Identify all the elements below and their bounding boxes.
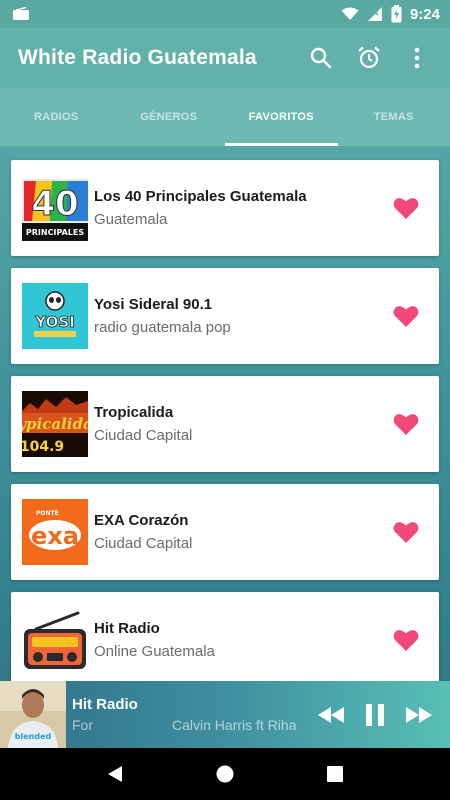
heart-icon <box>393 306 419 327</box>
station-card[interactable]: Hit Radio Online Guatemala <box>11 592 439 688</box>
wifi-icon <box>341 7 359 20</box>
pause-icon <box>366 703 384 726</box>
home-button[interactable] <box>205 754 245 794</box>
status-right: 9:24 <box>341 5 440 23</box>
more-options-button[interactable] <box>402 43 432 73</box>
mini-player[interactable]: blended Hit Radio For Calvin Harris ft R… <box>0 681 450 748</box>
fast-forward-button[interactable] <box>404 700 434 730</box>
station-logo-los40: 40 PRINCIPALES <box>22 175 88 241</box>
logo-exa-caption: PONTE <box>36 510 59 517</box>
tab-favoritos[interactable]: FAVORITOS <box>225 88 338 146</box>
station-location: Guatemala <box>94 211 168 228</box>
now-playing-title: For <box>72 717 93 733</box>
station-logo-tropicalida: ypicalida 104.9 <box>22 391 88 457</box>
now-playing-track: For Calvin Harris ft Riha <box>72 717 316 733</box>
station-logo-exa: PONTE exa <box>22 499 88 565</box>
system-nav-bar <box>0 748 450 800</box>
signal-icon <box>367 7 382 21</box>
toolbar-actions <box>306 43 432 73</box>
station-info: EXA Corazón Ciudad Capital <box>94 512 389 552</box>
station-card[interactable]: YOSI Yosi Sideral 90.1 radio guatemala p… <box>11 268 439 364</box>
tab-radios[interactable]: RADIOS <box>0 88 113 146</box>
station-card[interactable]: 40 PRINCIPALES Los 40 Principales Guatem… <box>11 160 439 256</box>
station-info: Yosi Sideral 90.1 radio guatemala pop <box>94 296 389 336</box>
recents-icon <box>327 766 343 782</box>
pause-button[interactable] <box>360 700 390 730</box>
player-controls <box>316 700 450 730</box>
station-info: Los 40 Principales Guatemala Guatemala <box>94 188 389 228</box>
favorite-button[interactable] <box>389 623 423 657</box>
station-card[interactable]: PONTE exa EXA Corazón Ciudad Capital <box>11 484 439 580</box>
radio-notification-icon <box>13 7 29 20</box>
logo-tropicalida-text: ypicalida <box>22 415 88 433</box>
home-icon <box>216 765 234 783</box>
station-name: Tropicalida <box>94 404 174 421</box>
more-vert-icon <box>414 47 420 69</box>
recents-button[interactable] <box>315 754 355 794</box>
rewind-button[interactable] <box>316 700 346 730</box>
back-button[interactable] <box>95 754 135 794</box>
station-location: radio guatemala pop <box>94 319 231 336</box>
search-icon <box>310 47 332 69</box>
heart-icon <box>393 522 419 543</box>
status-left <box>12 7 30 21</box>
station-name: Yosi Sideral 90.1 <box>94 296 213 313</box>
favorite-button[interactable] <box>389 299 423 333</box>
favorite-button[interactable] <box>389 191 423 225</box>
fast-forward-icon <box>406 706 432 723</box>
alarm-button[interactable] <box>354 43 384 73</box>
favorites-list: 40 PRINCIPALES Los 40 Principales Guatem… <box>11 160 439 700</box>
station-logo-yosi: YOSI <box>22 283 88 349</box>
logo-yosi-text: YOSI <box>34 313 74 331</box>
album-art-caption: blended <box>15 732 52 741</box>
alarm-icon <box>358 46 380 69</box>
now-playing-station: Hit Radio <box>72 696 138 713</box>
station-logo-hitradio <box>22 607 88 673</box>
logo-tropicalida-caption: 104.9 <box>22 439 64 455</box>
back-icon <box>108 766 122 782</box>
favorite-button[interactable] <box>389 515 423 549</box>
battery-icon <box>391 5 402 23</box>
status-time: 9:24 <box>409 5 440 23</box>
tab-generos[interactable]: GÉNEROS <box>113 88 226 146</box>
station-location: Online Guatemala <box>94 643 215 660</box>
status-bar: 9:24 <box>0 0 450 28</box>
search-button[interactable] <box>306 43 336 73</box>
heart-icon <box>393 198 419 219</box>
now-playing-info: Hit Radio For Calvin Harris ft Riha <box>66 696 316 733</box>
logo-exa-text: exa <box>31 522 79 550</box>
station-name: Hit Radio <box>94 620 160 637</box>
app-toolbar: White Radio Guatemala <box>0 28 450 88</box>
favorite-button[interactable] <box>389 407 423 441</box>
heart-icon <box>393 630 419 651</box>
logo-los40-number: 40 <box>31 184 78 224</box>
app-title: White Radio Guatemala <box>18 46 257 69</box>
tab-temas[interactable]: TEMAS <box>338 88 450 146</box>
rewind-icon <box>318 706 344 723</box>
heart-icon <box>393 414 419 435</box>
station-name: Los 40 Principales Guatemala <box>94 188 307 205</box>
logo-los40-caption: PRINCIPALES <box>26 228 84 237</box>
station-card[interactable]: ypicalida 104.9 Tropicalida Ciudad Capit… <box>11 376 439 472</box>
station-info: Hit Radio Online Guatemala <box>94 620 389 660</box>
now-playing-artist: Calvin Harris ft Riha <box>172 717 297 733</box>
tab-bar: RADIOS GÉNEROS FAVORITOS TEMAS <box>0 88 450 146</box>
station-location: Ciudad Capital <box>94 535 193 552</box>
station-location: Ciudad Capital <box>94 427 193 444</box>
app-screen: 9:24 White Radio Guatemala RADIOS GÉNERO… <box>0 0 450 800</box>
station-info: Tropicalida Ciudad Capital <box>94 404 389 444</box>
station-name: EXA Corazón <box>94 512 189 529</box>
album-art: blended <box>0 681 66 748</box>
